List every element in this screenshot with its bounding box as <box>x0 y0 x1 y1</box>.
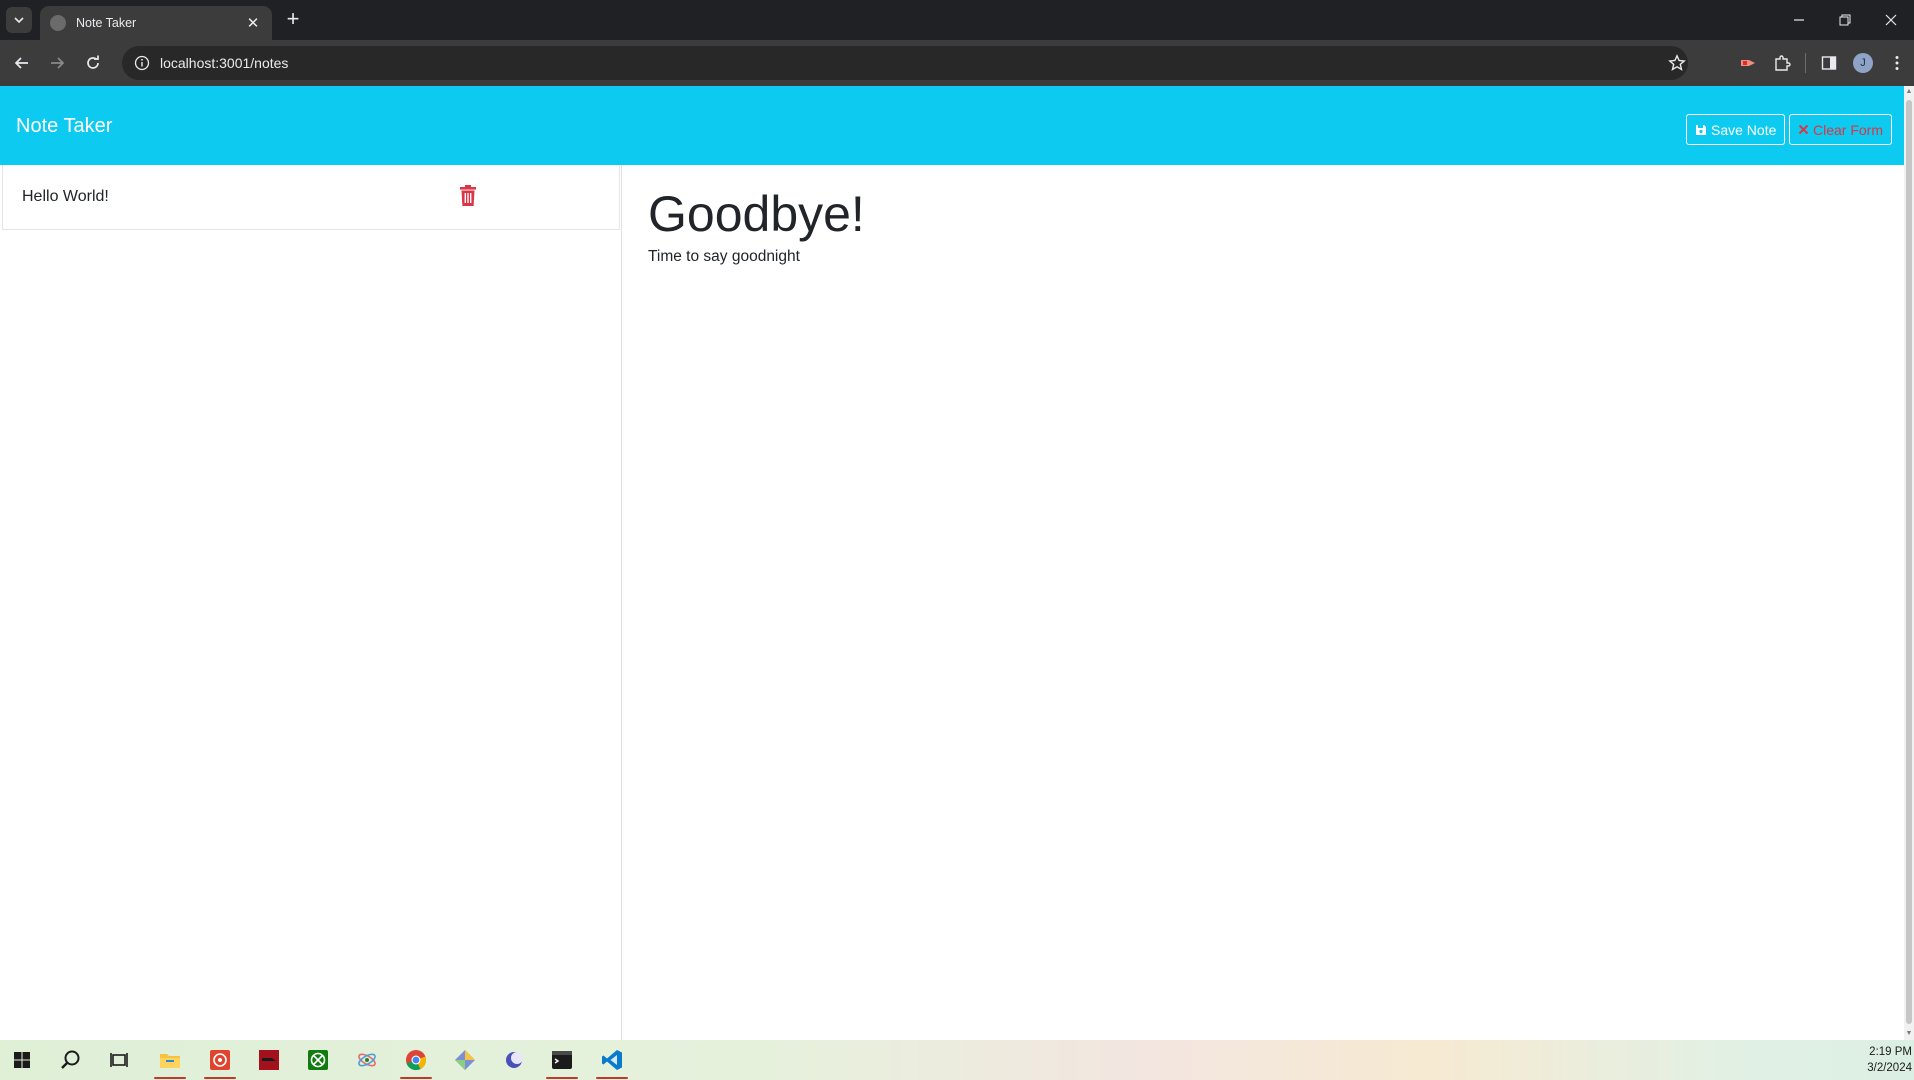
note-list: Hello World! <box>0 165 622 1040</box>
search-icon <box>61 1050 80 1069</box>
arrow-left-icon <box>14 57 28 69</box>
chrome-icon <box>406 1050 427 1071</box>
close-icon <box>1885 14 1897 26</box>
taskbar-app-feather[interactable] <box>345 1040 389 1080</box>
toolbar-actions: J <box>1731 47 1914 79</box>
save-note-button[interactable]: Save Note <box>1686 114 1786 145</box>
back-button[interactable] <box>10 51 34 75</box>
taskbar-app-dark-red[interactable] <box>247 1040 291 1080</box>
terminal-icon <box>552 1051 572 1069</box>
note-list-item[interactable]: Hello World! <box>2 165 620 230</box>
scroll-down-arrow[interactable]: ▼ <box>1905 1029 1913 1039</box>
tab-search-button[interactable] <box>6 7 32 33</box>
app-navbar: Note Taker Save Note Clear Form <box>0 86 1904 165</box>
taskbar-clock[interactable]: 2:19 PM 3/2/2024 <box>1867 1044 1912 1076</box>
arrow-right-icon <box>51 57 65 69</box>
red-app-icon <box>210 1050 230 1070</box>
diamond-app-icon <box>455 1050 475 1070</box>
site-info-icon[interactable] <box>134 55 150 71</box>
scroll-up-arrow[interactable]: ▲ <box>1905 87 1913 97</box>
minimize-icon <box>1794 19 1804 21</box>
more-vertical-icon <box>1895 56 1899 70</box>
extensions-button[interactable] <box>1765 47 1799 79</box>
restore-button[interactable] <box>1822 0 1868 40</box>
note-title[interactable]: Goodbye! <box>648 185 865 243</box>
address-bar[interactable]: localhost:3001/notes <box>122 46 1688 80</box>
taskbar-app-red[interactable] <box>198 1040 242 1080</box>
terminal-button[interactable] <box>540 1040 584 1080</box>
browser-tab[interactable]: Note Taker ✕ <box>40 6 272 40</box>
minimize-button[interactable] <box>1776 0 1822 40</box>
side-panel-button[interactable] <box>1812 47 1846 79</box>
star-icon <box>1668 54 1686 71</box>
forward-button[interactable] <box>45 51 69 75</box>
extension-button[interactable] <box>1731 47 1765 79</box>
xbox-icon <box>308 1050 328 1070</box>
browser-menu-button[interactable] <box>1880 47 1914 79</box>
clock-time: 2:19 PM <box>1869 1046 1912 1058</box>
toolbar-divider <box>1805 53 1806 73</box>
folder-icon <box>160 1054 180 1068</box>
file-explorer-button[interactable] <box>148 1040 192 1080</box>
trash-icon[interactable] <box>459 185 477 207</box>
chrome-button[interactable] <box>394 1040 438 1080</box>
window-controls <box>1776 0 1914 40</box>
save-icon <box>1695 124 1707 136</box>
tab-strip: Note Taker ✕ + <box>0 0 1914 40</box>
bookmark-area <box>1660 47 1694 79</box>
app-brand[interactable]: Note Taker <box>16 115 112 138</box>
dark-red-app-icon <box>259 1050 279 1070</box>
close-window-button[interactable] <box>1868 0 1914 40</box>
start-button[interactable] <box>0 1040 44 1080</box>
chevron-down-icon <box>14 17 24 24</box>
globe-icon <box>50 15 66 31</box>
tab-title: Note Taker <box>76 16 137 30</box>
page-viewport: Note Taker Save Note Clear Form Hello Wo… <box>0 86 1904 1040</box>
clear-form-button[interactable]: Clear Form <box>1789 114 1893 145</box>
taskbar-app-moon[interactable] <box>492 1040 536 1080</box>
scrollbar-thumb[interactable] <box>1906 100 1912 1024</box>
note-list-item-title[interactable]: Hello World! <box>22 188 109 206</box>
close-tab-icon[interactable]: ✕ <box>244 14 262 32</box>
feather-app-icon <box>358 1053 376 1067</box>
note-title-input[interactable]: Goodbye! <box>648 185 865 243</box>
xbox-button[interactable] <box>296 1040 340 1080</box>
bookmark-star-button[interactable] <box>1660 47 1694 79</box>
reload-icon <box>87 55 99 69</box>
taskbar-search-button[interactable] <box>49 1040 93 1080</box>
profile-button[interactable]: J <box>1846 47 1880 79</box>
reload-button[interactable] <box>81 51 105 75</box>
vscode-icon <box>602 1050 622 1070</box>
save-note-label: Save Note <box>1711 121 1777 138</box>
windows-icon <box>14 1052 30 1068</box>
taskbar: 2:19 PM 3/2/2024 <box>0 1040 1914 1080</box>
vscode-button[interactable] <box>590 1040 634 1080</box>
page-scrollbar[interactable]: ▲ ▼ <box>1904 86 1914 1040</box>
puzzle-icon <box>1775 55 1791 71</box>
clock-date: 3/2/2024 <box>1867 1062 1912 1074</box>
url-text: localhost:3001/notes <box>160 55 289 71</box>
task-view-button[interactable] <box>97 1040 141 1080</box>
browser-toolbar: localhost:3001/notes J <box>0 40 1914 86</box>
restore-icon <box>1839 14 1851 26</box>
taskbar-app-diamond[interactable] <box>443 1040 487 1080</box>
new-tab-button[interactable]: + <box>282 8 304 31</box>
red-extension-icon <box>1741 60 1755 66</box>
moon-app-icon <box>506 1052 523 1068</box>
task-view-icon <box>110 1053 128 1067</box>
avatar: J <box>1853 53 1873 73</box>
clear-form-label: Clear Form <box>1813 121 1884 138</box>
side-panel-icon <box>1821 56 1837 70</box>
note-text-area[interactable]: Time to say goodnight <box>648 248 800 266</box>
close-icon <box>1798 124 1809 135</box>
